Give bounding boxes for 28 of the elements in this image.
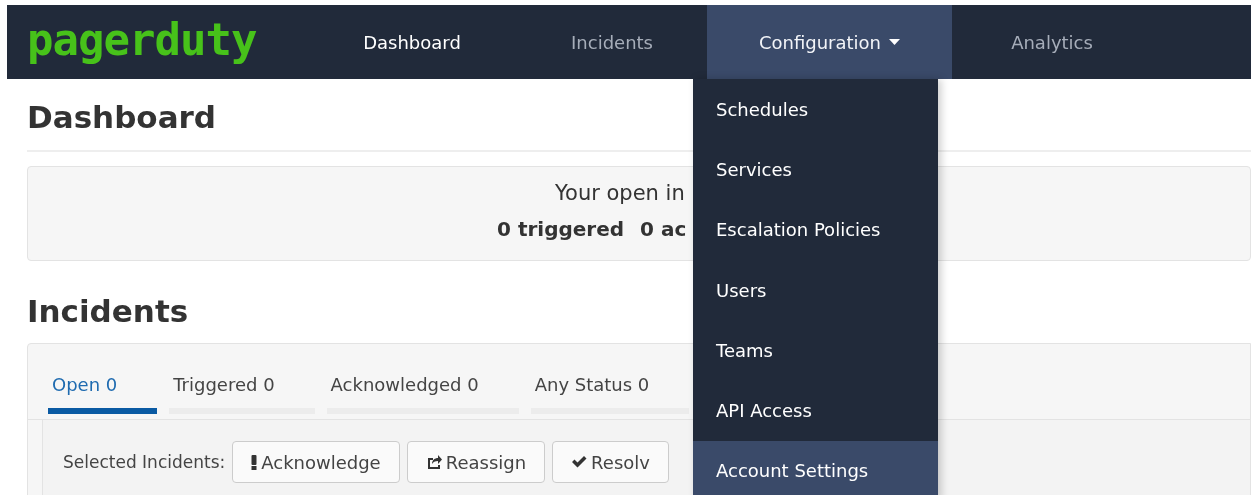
nav-link[interactable]: Configuration (707, 5, 952, 79)
menu-item[interactable]: Users (693, 259, 938, 321)
summary-text: Your open in (555, 181, 685, 205)
status-tab[interactable]: Any Status 0 (530, 374, 690, 414)
exclamation-icon (251, 454, 258, 470)
status-tab[interactable]: Open 0 (48, 374, 158, 414)
resolve-button[interactable]: Resolv (552, 441, 669, 483)
menu-item[interactable]: Account Settings (693, 440, 938, 495)
share-icon (425, 454, 442, 470)
nav-link[interactable]: Dashboard (307, 5, 517, 79)
section-title: Incidents (27, 292, 189, 331)
pagerduty-logo[interactable]: pagerduty (7, 5, 307, 79)
reassign-button[interactable]: Reassign (406, 441, 546, 483)
toolbar-label: Selected Incidents: (63, 452, 226, 472)
nav-link[interactable]: Analytics (952, 5, 1152, 79)
status-tab[interactable]: Triggered 0 (169, 374, 315, 414)
nav-link[interactable]: Incidents (517, 5, 707, 79)
menu-item[interactable]: Escalation Policies (693, 199, 938, 260)
menu-item[interactable]: Teams (693, 320, 938, 381)
caret-icon (889, 39, 901, 45)
incident-count: 0 triggered (497, 217, 625, 241)
incident-count: 0 ac (640, 217, 687, 241)
menu-item[interactable]: Schedules (693, 79, 938, 140)
checkmark-icon (571, 454, 588, 470)
status-tab[interactable]: Acknowledged 0 (326, 374, 519, 414)
acknowledge-button[interactable]: Acknowledge (232, 441, 400, 483)
menu-item[interactable]: API Access (693, 380, 938, 441)
menu-item[interactable]: Services (693, 139, 938, 200)
